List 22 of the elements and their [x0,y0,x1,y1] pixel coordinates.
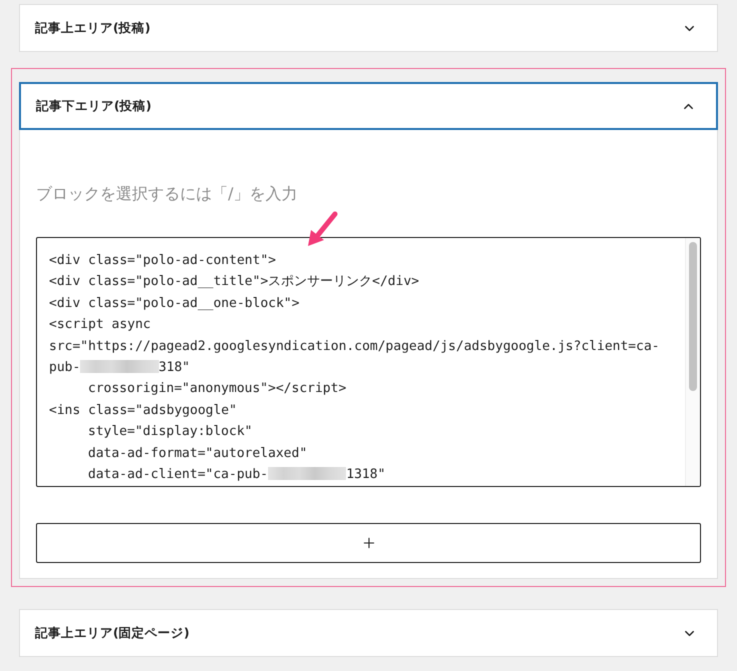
code-text: src="https://pagead2.googlesyndication.com/pagead/js/adsbygoogle.js?client=ca- [49,338,660,354]
add-block-button[interactable] [36,523,701,563]
code-text: data-ad-client="ca-pub- [88,467,268,482]
code-editor-field[interactable] [36,237,701,487]
code-text: <div class="polo-ad__title">スポンサーリンク</div> [49,274,420,290]
scrollbar-thumb[interactable] [689,242,697,391]
panel-header[interactable]: 記事上エリア(投稿) [19,4,718,52]
code-text: style="display:block" [88,424,252,440]
code-text: <div class="polo-ad__one-block"> [49,296,300,311]
panel-header[interactable]: 記事上エリア(固定ページ) [19,609,718,657]
code-text: pub- [49,360,80,376]
code-text: <script async [49,317,151,332]
code-text: 1318" [346,467,386,482]
code-text: 318" [158,360,190,376]
blurred-redaction-icon [80,360,159,374]
blurred-redaction-icon [268,467,346,480]
code-text: <div class="polo-ad-content"> [49,253,276,268]
panel-header[interactable]: 記事下エリア(投稿) [19,82,718,130]
code-text: <ins class="adsbygoogle" [49,402,237,418]
annotation-arrow [306,211,338,247]
code-text: data-ad-format="autorelaxed" [88,446,308,461]
code-text: crossorigin="anonymous"></script> [88,381,346,396]
